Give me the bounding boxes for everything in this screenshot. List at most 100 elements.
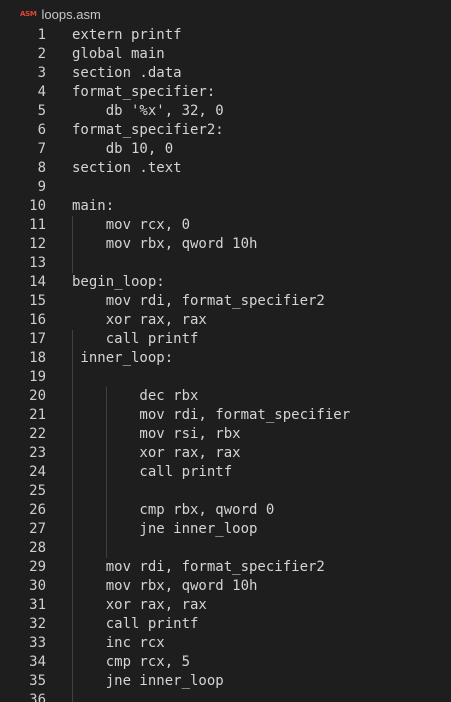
code-text[interactable]: call printf: [72, 615, 199, 634]
line-number: 13: [29, 255, 46, 271]
line-number: 19: [29, 369, 46, 385]
code-line[interactable]: 33 inc rcx: [0, 634, 451, 653]
code-line[interactable]: 16 xor rax, rax: [0, 311, 451, 330]
line-number: 1: [37, 27, 46, 43]
code-text[interactable]: jne inner_loop: [72, 520, 257, 539]
code-text[interactable]: section .data: [72, 64, 182, 83]
code-line[interactable]: 28: [0, 539, 451, 558]
code-text[interactable]: db '%x', 32, 0: [72, 102, 224, 121]
line-number: 8: [37, 160, 46, 176]
code-line[interactable]: 31 xor rax, rax: [0, 596, 451, 615]
line-number: 5: [37, 103, 46, 119]
code-line[interactable]: 15 mov rdi, format_specifier2: [0, 292, 451, 311]
code-line[interactable]: 36: [0, 691, 451, 702]
code-text[interactable]: format_specifier:: [72, 83, 215, 102]
line-number: 23: [29, 445, 46, 461]
code-text[interactable]: xor rax, rax: [72, 311, 207, 330]
code-line[interactable]: 18 inner_loop:: [0, 349, 451, 368]
code-text[interactable]: mov rbx, qword 10h: [72, 577, 258, 596]
code-line[interactable]: 11 mov rcx, 0: [0, 216, 451, 235]
code-line[interactable]: 5 db '%x', 32, 0: [0, 102, 451, 121]
tab-loops-asm[interactable]: ASM loops.asm: [20, 5, 101, 23]
code-text[interactable]: format_specifier2:: [72, 121, 224, 140]
code-line[interactable]: 29 mov rdi, format_specifier2: [0, 558, 451, 577]
indent-guide: [72, 216, 73, 273]
indent-guide: [106, 387, 107, 558]
code-text[interactable]: db 10, 0: [72, 140, 173, 159]
code-text[interactable]: main:: [72, 197, 114, 216]
code-line[interactable]: 26 cmp rbx, qword 0: [0, 501, 451, 520]
code-text[interactable]: mov rdi, format_specifier2: [72, 292, 325, 311]
code-text[interactable]: global main: [72, 45, 165, 64]
line-number: 30: [29, 578, 46, 594]
line-number: 27: [29, 521, 46, 537]
code-text[interactable]: mov rbx, qword 10h: [72, 235, 258, 254]
code-text[interactable]: begin_loop:: [72, 273, 165, 292]
code-line[interactable]: 25: [0, 482, 451, 501]
code-line[interactable]: 19: [0, 368, 451, 387]
line-number: 35: [29, 673, 46, 689]
code-text[interactable]: xor rax, rax: [72, 596, 207, 615]
code-text[interactable]: extern printf: [72, 26, 182, 45]
code-editor[interactable]: ASM loops.asm 1 extern printf 2 global main…: [0, 0, 451, 702]
line-number: 24: [29, 464, 46, 480]
code-line[interactable]: 13: [0, 254, 451, 273]
line-number: 31: [29, 597, 46, 613]
code-line[interactable]: 14 begin_loop:: [0, 273, 451, 292]
code-text[interactable]: section .text: [72, 159, 182, 178]
line-number: 21: [29, 407, 46, 423]
line-number: 6: [37, 122, 46, 138]
code-line[interactable]: 6 format_specifier2:: [0, 121, 451, 140]
code-line[interactable]: 17 call printf: [0, 330, 451, 349]
code-line[interactable]: 24 call printf: [0, 463, 451, 482]
line-number: 29: [29, 559, 46, 575]
code-text[interactable]: mov rsi, rbx: [72, 425, 240, 444]
line-number: 10: [29, 198, 46, 214]
code-text[interactable]: mov rcx, 0: [72, 216, 190, 235]
code-text[interactable]: jne inner_loop: [72, 672, 224, 691]
code-line[interactable]: 20 dec rbx: [0, 387, 451, 406]
line-number: 22: [29, 426, 46, 442]
code-line[interactable]: 32 call printf: [0, 615, 451, 634]
code-text[interactable]: mov rdi, format_specifier: [72, 406, 350, 425]
code-text[interactable]: mov rdi, format_specifier2: [72, 558, 325, 577]
tab-label: loops.asm: [41, 6, 101, 22]
code-text[interactable]: cmp rbx, qword 0: [72, 501, 274, 520]
code-line[interactable]: 35 jne inner_loop: [0, 672, 451, 691]
code-text[interactable]: xor rax, rax: [72, 444, 240, 463]
code-text[interactable]: inner_loop:: [72, 349, 173, 368]
code-text[interactable]: call printf: [72, 330, 199, 349]
code-line[interactable]: 3 section .data: [0, 64, 451, 83]
code-area[interactable]: 1 extern printf 2 global main 3 section .data…: [0, 26, 451, 702]
code-line[interactable]: 10 main:: [0, 197, 451, 216]
code-text[interactable]: call printf: [72, 463, 232, 482]
line-number: 16: [29, 312, 46, 328]
line-number: 4: [37, 84, 46, 100]
line-number: 7: [37, 141, 46, 157]
code-line[interactable]: 1 extern printf: [0, 26, 451, 45]
line-number: 18: [29, 350, 46, 366]
code-line[interactable]: 23 xor rax, rax: [0, 444, 451, 463]
code-line[interactable]: 8 section .text: [0, 159, 451, 178]
line-number: 14: [29, 274, 46, 290]
code-line[interactable]: 9: [0, 178, 451, 197]
code-line[interactable]: 27 jne inner_loop: [0, 520, 451, 539]
line-number: 25: [29, 483, 46, 499]
line-number: 15: [29, 293, 46, 309]
line-number: 34: [29, 654, 46, 670]
line-number: 3: [37, 65, 46, 81]
tab-bar: ASM loops.asm: [0, 0, 451, 26]
code-line[interactable]: 12 mov rbx, qword 10h: [0, 235, 451, 254]
line-number: 20: [29, 388, 46, 404]
code-text[interactable]: cmp rcx, 5: [72, 653, 190, 672]
code-line[interactable]: 22 mov rsi, rbx: [0, 425, 451, 444]
code-line[interactable]: 7 db 10, 0: [0, 140, 451, 159]
code-line[interactable]: 34 cmp rcx, 5: [0, 653, 451, 672]
code-line[interactable]: 21 mov rdi, format_specifier: [0, 406, 451, 425]
code-line[interactable]: 2 global main: [0, 45, 451, 64]
code-line[interactable]: 30 mov rbx, qword 10h: [0, 577, 451, 596]
code-text[interactable]: inc rcx: [72, 634, 165, 653]
code-line[interactable]: 4 format_specifier:: [0, 83, 451, 102]
line-number: 26: [29, 502, 46, 518]
code-text[interactable]: dec rbx: [72, 387, 198, 406]
